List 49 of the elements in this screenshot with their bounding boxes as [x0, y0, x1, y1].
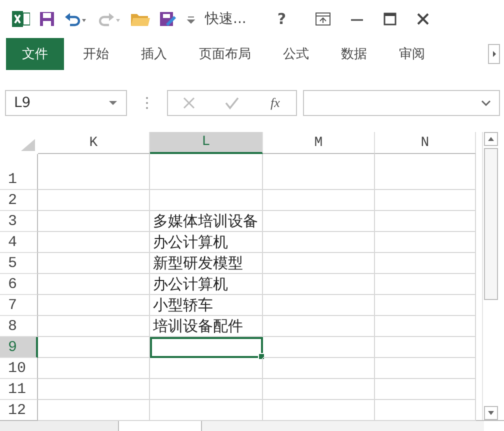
formula-input[interactable]: [303, 90, 500, 116]
ribbon-tab[interactable]: 文件: [6, 38, 64, 70]
edit-save-icon[interactable]: [159, 11, 177, 27]
column-header[interactable]: L: [150, 132, 263, 154]
excel-logo-icon[interactable]: [12, 11, 30, 27]
insert-function-button[interactable]: fx: [268, 95, 282, 111]
table-cell: 办公计算机: [150, 232, 263, 253]
row-header[interactable]: 4: [0, 232, 38, 253]
grip-icon: [145, 96, 149, 110]
row-header[interactable]: 7: [0, 295, 38, 316]
row-header[interactable]: 2: [0, 190, 38, 211]
column-header[interactable]: N: [375, 132, 476, 154]
ribbon-tab[interactable]: 公式: [270, 38, 322, 70]
row-header[interactable]: 9: [0, 337, 38, 358]
scroll-right-icon[interactable]: [488, 44, 500, 64]
ribbon-tab[interactable]: 页面布局: [186, 38, 264, 70]
row-header[interactable]: 6: [0, 274, 38, 295]
table-cell: 多媒体培训设备: [150, 211, 263, 232]
table-cell: 新型研发模型: [150, 253, 263, 274]
ribbon-display-icon[interactable]: [315, 12, 332, 26]
column-header[interactable]: M: [263, 132, 375, 154]
table-cell: 培训设备配件: [150, 316, 263, 337]
name-box[interactable]: L9: [5, 90, 127, 116]
expand-caret-icon[interactable]: [481, 100, 491, 106]
row-header[interactable]: 3: [0, 211, 38, 232]
row-header[interactable]: 11: [0, 379, 38, 400]
scroll-up-icon[interactable]: [484, 132, 498, 146]
close-icon[interactable]: [416, 12, 430, 26]
ribbon-tab[interactable]: 插入: [128, 38, 180, 70]
undo-icon[interactable]: [64, 11, 88, 27]
caret-icon[interactable]: [108, 100, 118, 106]
maximize-icon[interactable]: [383, 12, 398, 26]
ribbon-tab[interactable]: 开始: [70, 38, 122, 70]
ribbon-tab[interactable]: 数据: [328, 38, 380, 70]
row-header[interactable]: 1: [0, 154, 38, 190]
row-header[interactable]: 10: [0, 358, 38, 379]
active-cell[interactable]: [150, 337, 263, 358]
row-header[interactable]: 5: [0, 253, 38, 274]
scroll-down-icon[interactable]: [484, 406, 498, 420]
help-button[interactable]: ?: [273, 10, 290, 28]
table-cell: 小型轿车: [150, 295, 263, 316]
vertical-scrollbar[interactable]: [482, 132, 499, 420]
scrollbar-thumb[interactable]: [484, 148, 498, 300]
quick-access-label: 快速...: [205, 10, 246, 28]
horizontal-scrollbar[interactable]: [202, 421, 484, 431]
ribbon-tab[interactable]: 审阅: [386, 38, 438, 70]
save-icon[interactable]: [39, 11, 55, 27]
check-icon[interactable]: [224, 96, 240, 110]
table-cell: 办公计算机: [150, 274, 263, 295]
